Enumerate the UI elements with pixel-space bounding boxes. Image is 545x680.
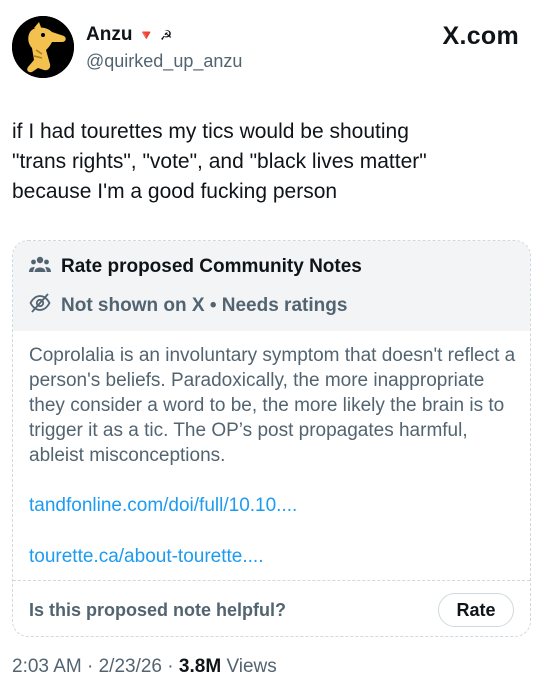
hammer-sickle-icon: ☭ — [159, 27, 173, 43]
note-source-link-1[interactable]: tandfonline.com/doi/full/10.10.... — [29, 495, 297, 517]
note-status: Not shown on X • Needs ratings — [61, 294, 348, 316]
views-label: Views — [226, 656, 277, 677]
helpful-question: Is this proposed note helpful? — [29, 600, 287, 620]
note-text: Coprolalia is an involuntary symptom tha… — [29, 345, 516, 466]
brand-logo: X.com — [442, 22, 519, 50]
people-icon — [29, 255, 51, 278]
tweet-header: Anzu 🔻 ☭ @quirked_up_anzu X.com — [12, 16, 533, 82]
author-names: Anzu 🔻 ☭ @quirked_up_anzu — [86, 24, 242, 72]
community-note-header: Rate proposed Community Notes Not shown … — [13, 241, 530, 331]
eye-off-icon — [29, 293, 51, 318]
views-count: 3.8M — [178, 656, 222, 677]
community-note-footer: Is this proposed note helpful? Rate — [29, 593, 514, 629]
tweet-meta: 2:03 AM · 2/23/26 · 3.8M Views — [12, 656, 277, 678]
note-divider — [13, 580, 530, 581]
tweet-date[interactable]: 2/23/26 — [99, 656, 162, 677]
avatar[interactable] — [12, 16, 74, 78]
display-name[interactable]: Anzu — [86, 24, 132, 46]
note-source-link-2[interactable]: tourette.ca/about-tourette.... — [29, 546, 263, 568]
handle[interactable]: @quirked_up_anzu — [86, 51, 242, 72]
dog-avatar-icon — [12, 16, 74, 78]
meta-separator: · — [87, 656, 94, 677]
meta-separator: · — [167, 656, 174, 677]
tweet-time[interactable]: 2:03 AM — [12, 656, 82, 677]
red-triangle-down-icon: 🔻 — [137, 27, 155, 43]
community-note-title: Rate proposed Community Notes — [61, 255, 362, 277]
rate-button[interactable]: Rate — [438, 593, 514, 627]
community-note-body: Coprolalia is an involuntary symptom tha… — [29, 343, 519, 567]
community-note-card: Rate proposed Community Notes Not shown … — [12, 240, 531, 637]
tweet-text: if I had tourettes my tics would be shou… — [12, 120, 427, 203]
